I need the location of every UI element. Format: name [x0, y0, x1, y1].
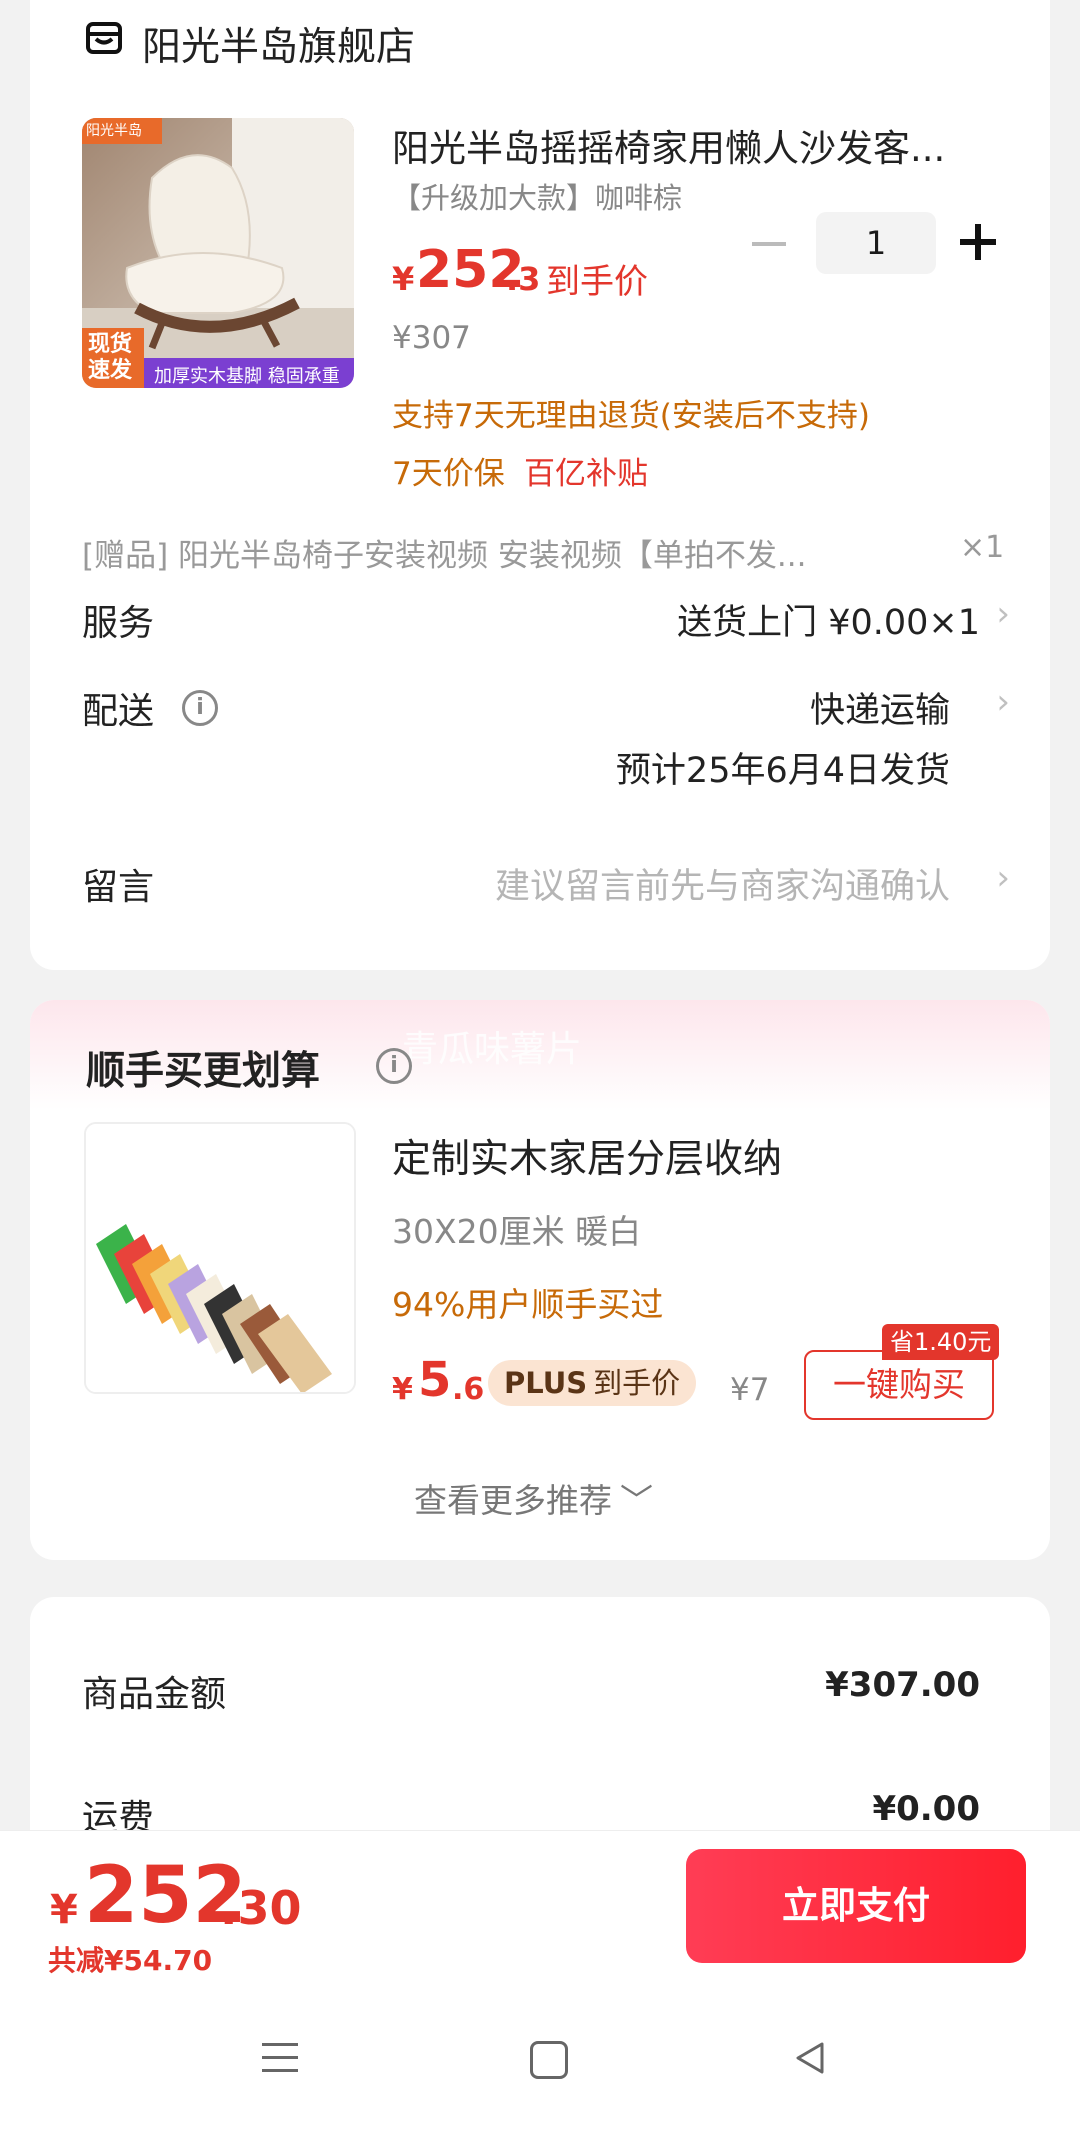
product-image-brand: 阳光半岛: [86, 123, 142, 139]
recommend-original-price: ¥7: [730, 1372, 770, 1408]
plus-label: PLUS: [504, 1366, 588, 1400]
delivery-estimate: 预计25年6月4日发货: [615, 751, 950, 791]
price-currency: ¥: [392, 260, 415, 298]
delivery-label: 配送: [82, 691, 155, 732]
gift-item[interactable]: [赠品] 阳光半岛椅子安装视频 安装视频【单拍不发...: [82, 530, 962, 575]
goods-amount-value: ¥307.00: [825, 1665, 980, 1705]
message-label: 留言: [82, 867, 155, 908]
price-decimal: .3: [506, 260, 541, 298]
total-currency: ¥: [50, 1887, 78, 1933]
recommend-info-icon[interactable]: i: [376, 1048, 412, 1084]
price-protect-tag: 7天价保: [392, 456, 505, 492]
more-recommendations-label: 查看更多推荐: [414, 1481, 612, 1520]
original-price: ¥307: [392, 320, 471, 356]
save-amount-badge: 省1.40元: [882, 1324, 1000, 1360]
recommend-product-name[interactable]: 定制实木家居分层收纳: [392, 1128, 782, 1184]
price-label: 到手价: [546, 262, 648, 302]
product-image[interactable]: 阳光半岛 现货速发 加厚实木基脚 稳固承重: [82, 118, 354, 388]
watermark-text: 青瓜味薯片: [402, 1029, 583, 1070]
service-label: 服务: [82, 603, 155, 644]
goods-amount-label: 商品金额: [82, 1674, 227, 1715]
recommend-title: 顺手买更划算: [86, 1049, 321, 1094]
product-title[interactable]: 阳光半岛摇摇椅家用懒人沙发客...: [392, 118, 972, 172]
recommend-price-currency: ¥: [392, 1372, 413, 1407]
delivery-chevron-icon[interactable]: ›: [996, 682, 1010, 722]
delivery-info-icon[interactable]: i: [182, 690, 218, 726]
store-icon: [86, 22, 122, 54]
store-name[interactable]: 阳光半岛旗舰店: [142, 16, 415, 72]
recommend-product-spec: 30X20厘米 暖白: [392, 1212, 642, 1251]
product-spec[interactable]: 【升级加大款】咖啡棕: [392, 175, 682, 217]
gift-quantity: ×1: [960, 530, 1005, 565]
chevron-down-icon: ﹀: [620, 1481, 653, 1520]
service-chevron-icon[interactable]: ›: [996, 594, 1010, 634]
message-input[interactable]: 建议留言前先与商家沟通确认: [495, 858, 950, 909]
product-image-caption: 加厚实木基脚 稳固承重: [154, 366, 340, 387]
service-value[interactable]: 送货上门 ¥0.00×1: [677, 594, 980, 645]
back-icon[interactable]: [794, 2041, 826, 2075]
plus-price-label: 到手价: [593, 1366, 681, 1400]
return-policy: 支持7天无理由退货(安装后不支持): [392, 398, 870, 434]
more-recommendations-link[interactable]: 查看更多推荐 ﹀: [414, 1474, 653, 1522]
menu-icon[interactable]: [262, 2043, 298, 2073]
message-chevron-icon[interactable]: ›: [996, 858, 1010, 898]
home-icon[interactable]: [530, 2041, 568, 2079]
product-image-stock-badge: 现货速发: [88, 332, 133, 383]
total-decimal: .30: [220, 1881, 302, 1935]
recommend-price-integer: 5: [418, 1352, 452, 1408]
plus-price-badge: PLUS 到手价: [488, 1360, 697, 1406]
checkout-bar: ¥ 252 .30 共减¥54.70 立即支付: [0, 1830, 1080, 2131]
recommend-price-decimal: .6: [452, 1372, 485, 1407]
quantity-field[interactable]: 1: [816, 212, 936, 274]
quantity-decrease-button[interactable]: [752, 242, 786, 246]
recommend-product-image[interactable]: [84, 1122, 356, 1394]
delivery-method[interactable]: 快递运输: [810, 682, 950, 733]
one-click-buy-button[interactable]: 一键购买: [804, 1350, 994, 1420]
shipping-fee-value: ¥0.00: [872, 1789, 980, 1829]
recommend-card: 青瓜味薯片 顺手买更划算 i 定制实木家居分层收纳 30X20厘米 暖白 94%…: [30, 1000, 1050, 1560]
store-order-card: 阳光半岛旗舰店 阳光半岛 现货速发 加厚实木基脚 稳固承重 阳光半岛摇摇椅家用懒…: [30, 0, 1050, 970]
subsidy-tag: 百亿补贴: [524, 456, 648, 492]
pay-now-button[interactable]: 立即支付: [686, 1849, 1026, 1963]
quantity-increase-button[interactable]: [958, 222, 998, 262]
recommend-user-stat: 94%用户顺手买过: [392, 1285, 664, 1324]
total-discount[interactable]: 共减¥54.70: [48, 1939, 212, 1979]
